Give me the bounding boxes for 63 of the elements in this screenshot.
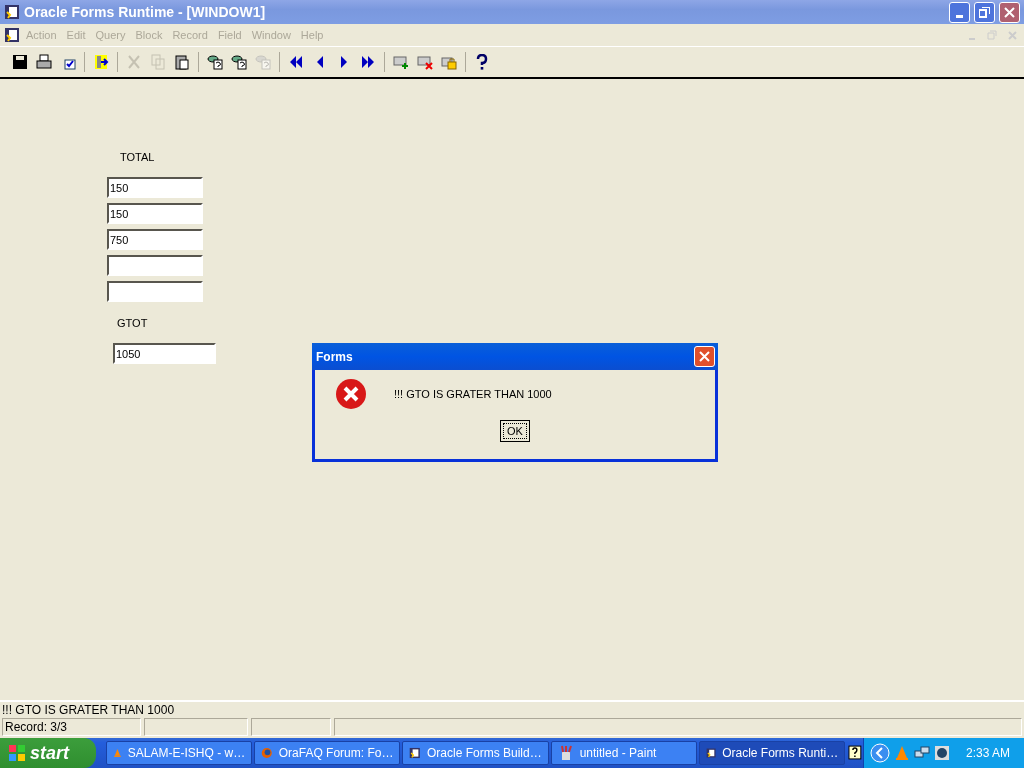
browser-icon	[261, 745, 273, 761]
app-icon	[409, 745, 421, 761]
save-icon	[12, 54, 28, 70]
taskbar-button[interactable]: Oracle Forms Runti…	[698, 741, 846, 765]
help-icon	[474, 54, 490, 70]
input-field[interactable]: 150	[107, 177, 203, 198]
scissors-icon	[126, 54, 142, 70]
query-icon	[207, 54, 223, 70]
dialog-message: !!! GTO IS GRATER THAN 1000	[394, 388, 552, 400]
copy-icon	[150, 54, 166, 70]
input-field[interactable]: 150	[107, 203, 203, 224]
minimize-button[interactable]	[949, 1, 970, 23]
restore-icon	[987, 30, 997, 40]
input-field[interactable]	[107, 281, 203, 302]
window-title: Oracle Forms Runtime - [WINDOW1]	[24, 4, 267, 20]
help-icon	[847, 745, 863, 761]
start-button[interactable]: start	[0, 738, 96, 768]
clock: 2:33 AM	[966, 746, 1010, 760]
webcam-icon	[934, 745, 950, 761]
taskbar-button[interactable]: untitled - Paint	[550, 741, 697, 765]
chevron-left-icon	[870, 743, 890, 763]
taskbar-button[interactable]: Oracle Forms Build…	[402, 741, 549, 765]
lock-icon	[441, 54, 457, 70]
input-field[interactable]: 750	[107, 229, 203, 250]
restore-button[interactable]	[974, 1, 995, 23]
minimize-icon	[969, 38, 975, 40]
query-cancel-icon	[255, 54, 271, 70]
close-button[interactable]	[999, 1, 1020, 23]
add-record-icon	[393, 54, 409, 70]
dialog-title: Forms	[316, 349, 354, 364]
network-icon	[914, 745, 930, 761]
close-button[interactable]	[694, 346, 715, 367]
query-icon	[231, 54, 247, 70]
field-label: GTOT	[117, 317, 148, 329]
input-field[interactable]: 1050	[113, 343, 216, 364]
clipboard-icon	[174, 54, 190, 70]
record-status: Record: 3/3	[2, 718, 141, 736]
print-icon	[36, 54, 52, 70]
minimize-icon	[956, 14, 963, 18]
input-field[interactable]	[107, 255, 203, 276]
save-button[interactable]	[10, 52, 30, 72]
first-record-icon	[288, 54, 304, 70]
windows-logo-icon	[8, 744, 26, 762]
close-icon	[1007, 30, 1017, 40]
query-button[interactable]	[205, 52, 225, 72]
print-button[interactable]	[34, 52, 54, 72]
app-icon	[4, 27, 20, 43]
close-icon	[1004, 6, 1015, 18]
error-icon	[335, 378, 367, 410]
delete-record-icon	[417, 54, 433, 70]
field-label: TOTAL	[120, 151, 155, 163]
taskbar-button[interactable]: OraFAQ Forum: Fo…	[254, 741, 401, 765]
restore-icon	[979, 6, 990, 18]
app-icon	[4, 4, 20, 20]
clipboard-button[interactable]	[172, 52, 192, 72]
message-text: !!! GTO IS GRATER THAN 1000	[2, 703, 175, 717]
door-icon	[93, 54, 109, 70]
taskbar-button[interactable]: SALAM-E-ISHQ - w…	[105, 741, 253, 765]
last-record-icon	[360, 54, 376, 70]
close-icon	[699, 351, 710, 362]
query-button[interactable]	[229, 52, 249, 72]
traffic-cone-icon	[894, 745, 910, 761]
ok-button[interactable]: OK	[500, 420, 530, 442]
